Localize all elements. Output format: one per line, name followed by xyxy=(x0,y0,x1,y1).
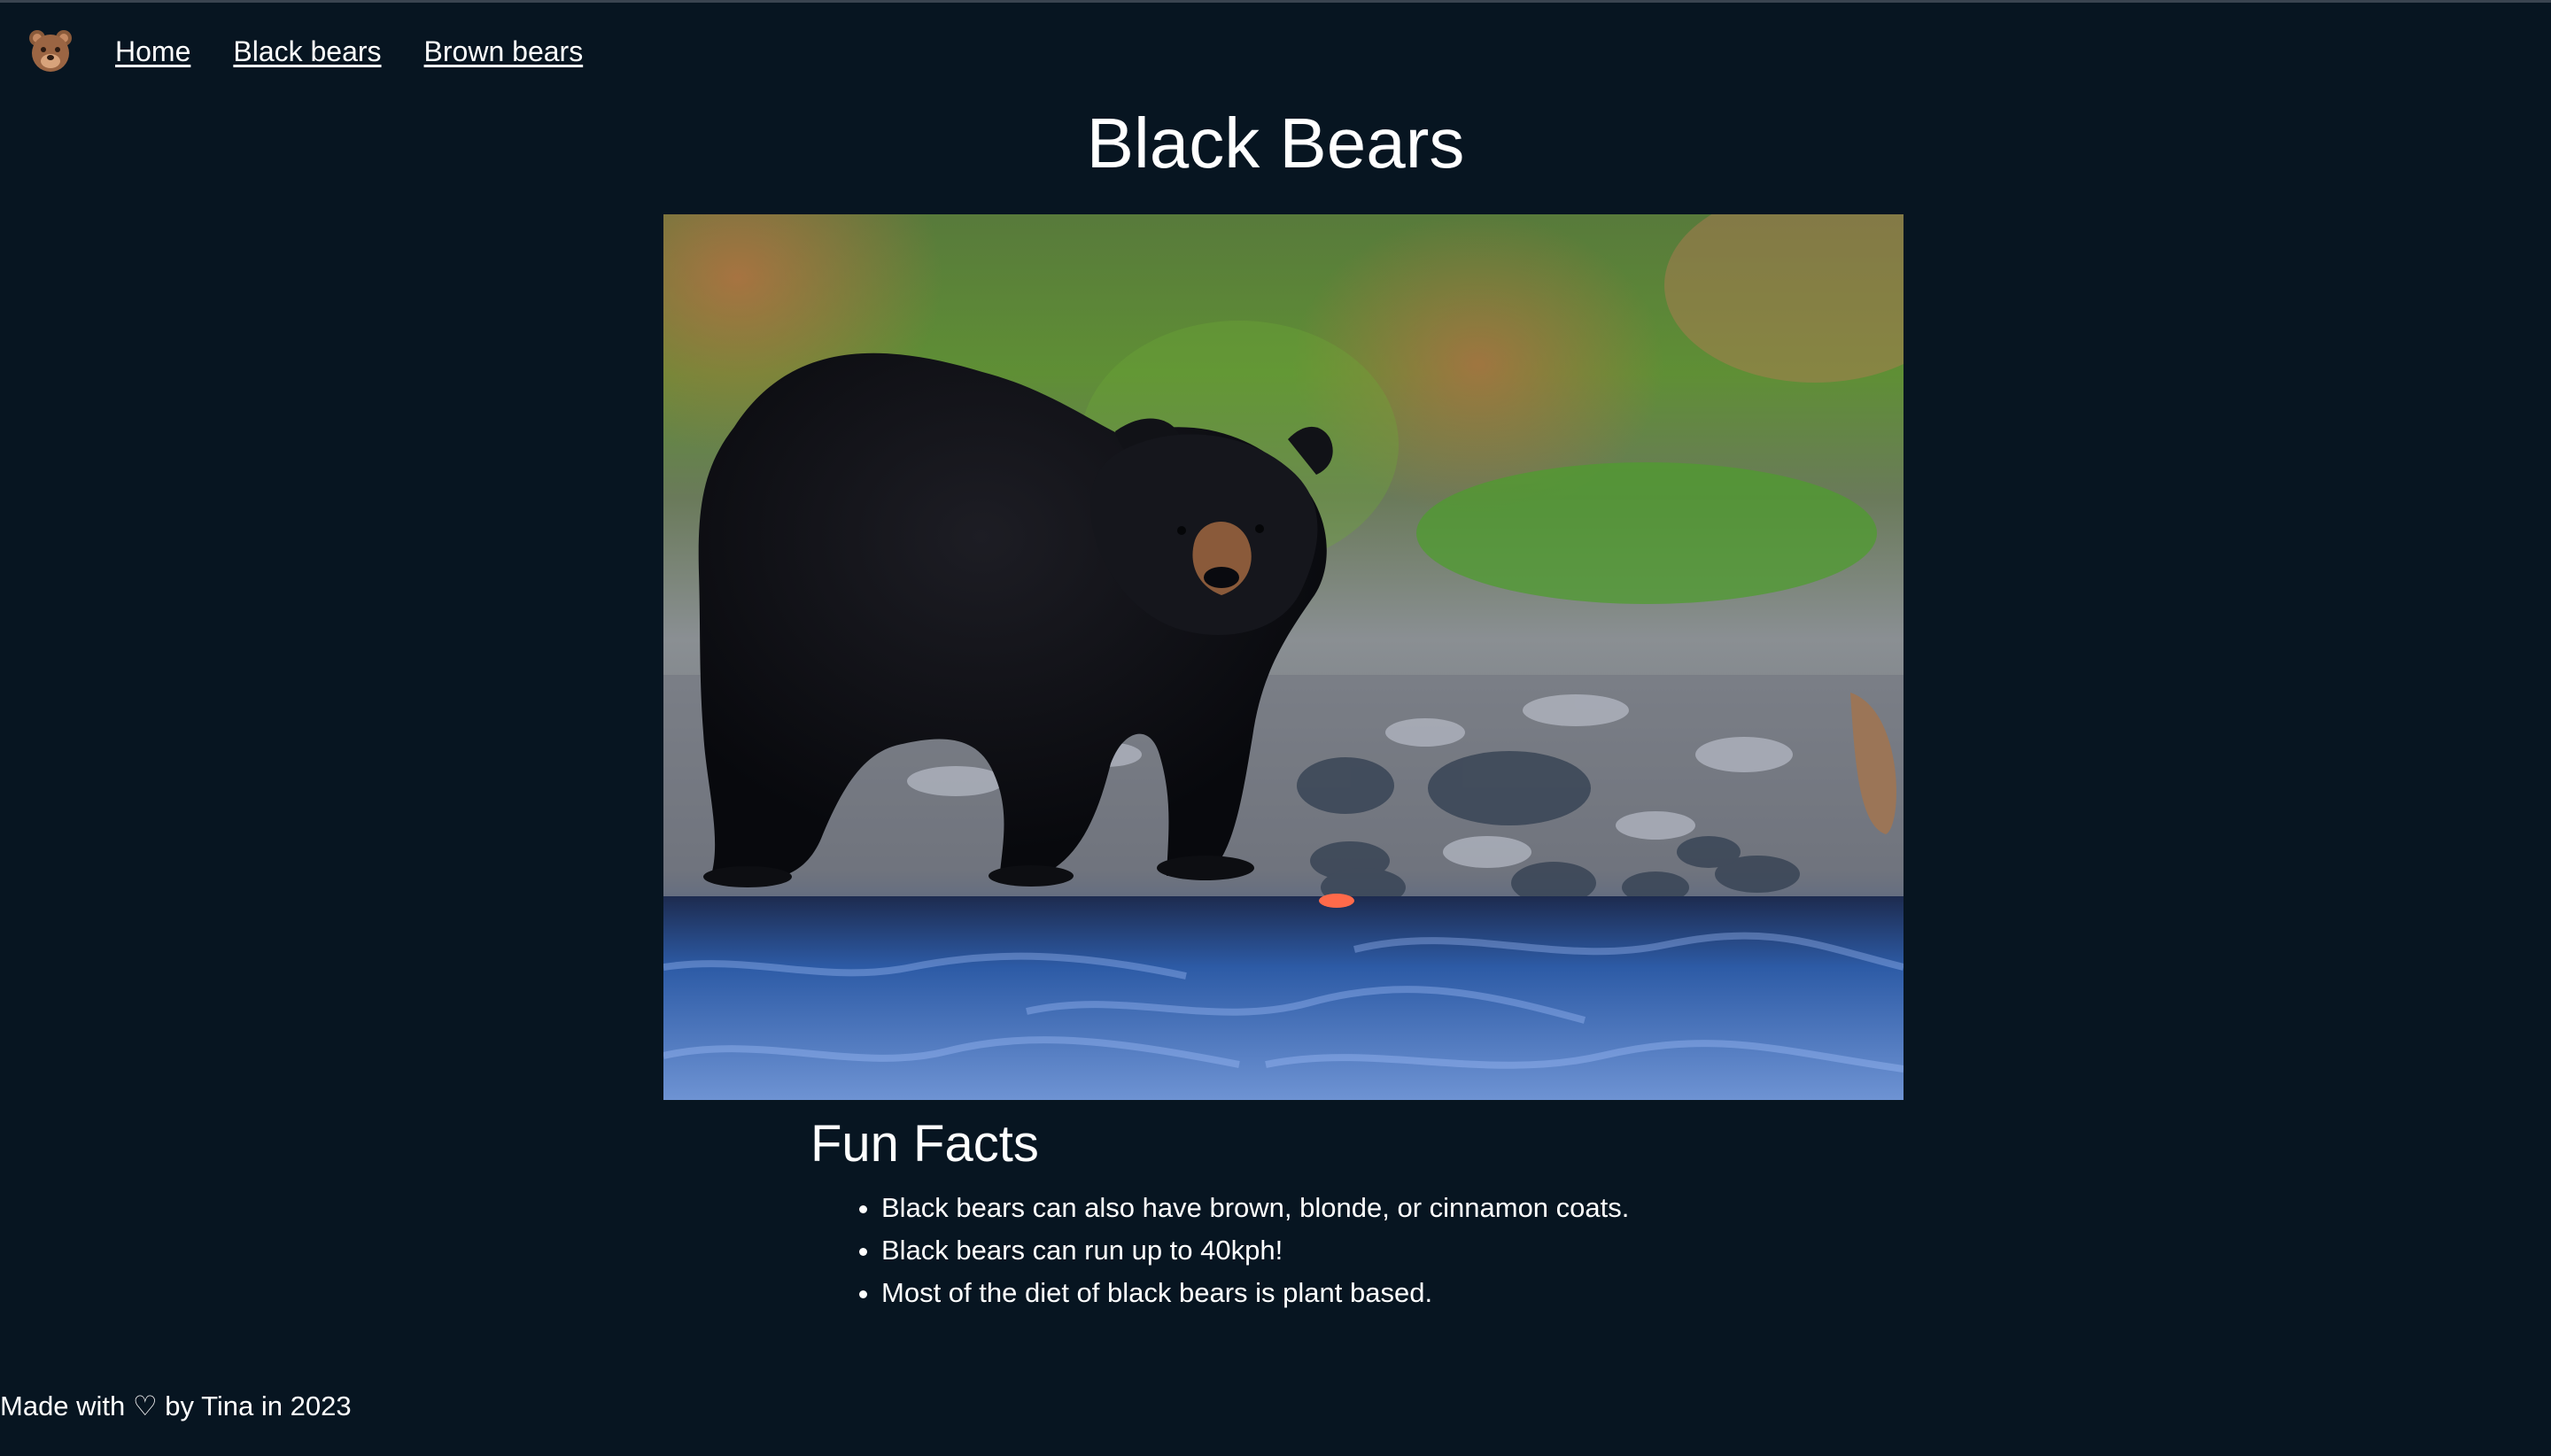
fun-fact-item: Most of the diet of black bears is plant… xyxy=(881,1272,1629,1314)
black-bear-photo xyxy=(663,214,1904,1100)
fun-fact-item: Black bears can also have brown, blonde,… xyxy=(881,1187,1629,1229)
fun-facts-heading: Fun Facts xyxy=(810,1115,1039,1173)
footer-text: Made with ♡ by Tina in 2023 xyxy=(0,1390,352,1421)
main-nav: Home Black bears Brown bears xyxy=(27,25,625,78)
nav-link-black-bears[interactable]: Black bears xyxy=(233,35,381,68)
bear-face-icon[interactable] xyxy=(27,27,74,75)
top-border xyxy=(0,0,2551,3)
page-title: Black Bears xyxy=(1086,104,1465,182)
fun-fact-item: Black bears can run up to 40kph! xyxy=(881,1229,1629,1272)
nav-link-brown-bears[interactable]: Brown bears xyxy=(424,35,584,68)
fun-facts-list: Black bears can also have brown, blonde,… xyxy=(881,1187,1629,1314)
nav-link-home[interactable]: Home xyxy=(115,35,190,68)
